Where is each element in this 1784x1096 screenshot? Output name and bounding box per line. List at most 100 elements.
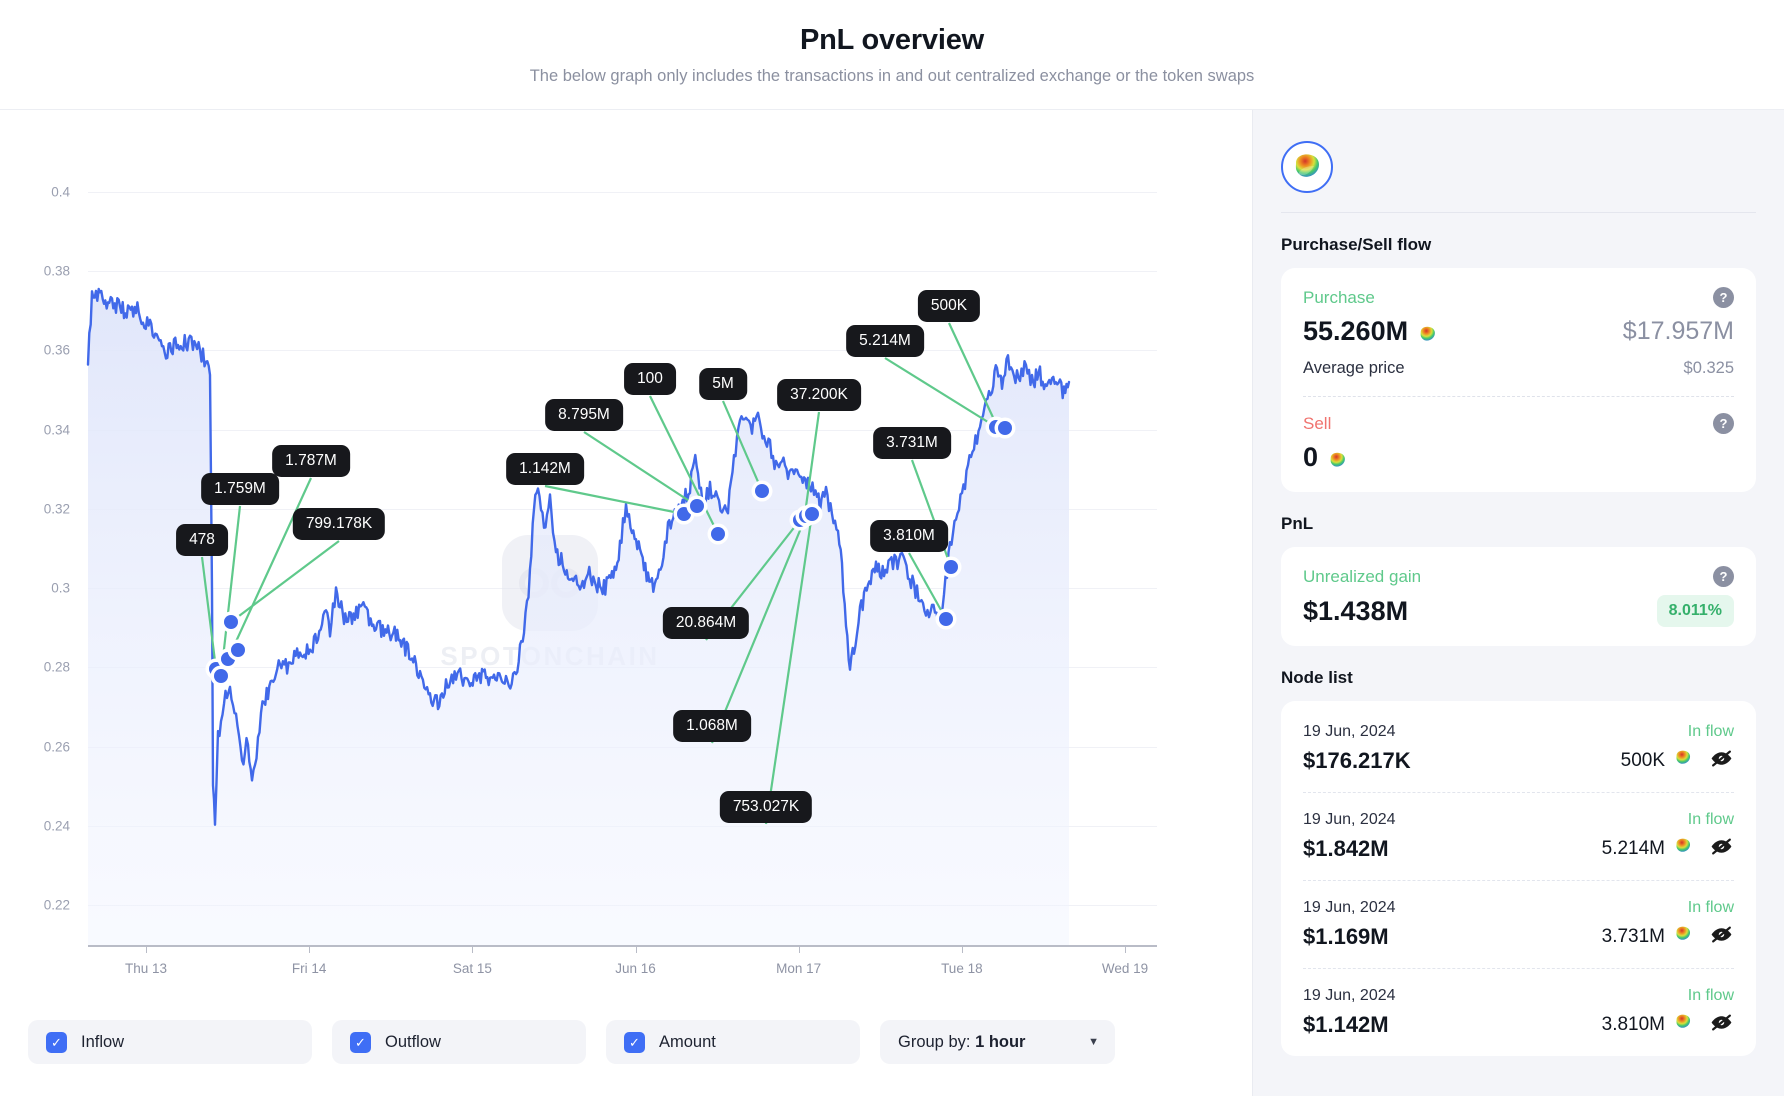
x-tick-label: Sat 15 [453,961,492,976]
marker-dot[interactable] [998,421,1012,435]
x-tick-label: Tue 18 [941,961,983,976]
purchase-values: 55.260M $17.957M [1303,316,1734,347]
eye-off-icon[interactable] [1709,1010,1734,1040]
outflow-checkbox[interactable]: ✓ [350,1032,371,1053]
eye-off-icon[interactable] [1709,922,1734,952]
annotation-label[interactable]: 1.142M [506,453,584,485]
node-bottom: $1.169M 3.731M [1303,922,1734,952]
node-bottom: $176.217K 500K [1303,746,1734,776]
inflow-checkbox[interactable]: ✓ [46,1032,67,1053]
marker-dot[interactable] [944,560,958,574]
toggle-inflow[interactable]: ✓ Inflow [28,1020,312,1064]
token-icon [1673,1012,1693,1038]
eye-off-icon[interactable] [1709,834,1734,864]
annotation-label[interactable]: 500K [918,290,980,322]
annotation-leader-line [545,486,684,514]
annotation-label[interactable]: 5.214M [846,325,924,357]
x-tick-mark [799,945,800,953]
annotation-label[interactable]: 478 [176,524,228,556]
node-token-amount: 5.214M [1602,836,1693,862]
token-logo-wrap [1281,132,1756,202]
node-list-item[interactable]: 19 Jun, 2024 In flow $1.142M 3.810M [1303,968,1734,1056]
node-right: 5.214M [1602,834,1734,864]
annotation-label[interactable]: 799.178K [293,508,385,540]
marker-dot[interactable] [711,527,725,541]
annotation-label[interactable]: 1.759M [201,473,279,505]
pnl-values: $1.438M 8.011% [1303,595,1734,627]
group-by-value: 1 hour [975,1033,1025,1051]
annotation-label[interactable]: 8.795M [545,399,623,431]
marker-dot[interactable] [939,612,953,626]
toggle-amount[interactable]: ✓ Amount [606,1020,860,1064]
annotation-label[interactable]: 20.864M [663,607,749,639]
node-list-item[interactable]: 19 Jun, 2024 In flow $1.169M 3.731M [1303,880,1734,968]
node-list-item[interactable]: 19 Jun, 2024 In flow $1.842M 5.214M [1303,792,1734,880]
node-right: 3.731M [1602,922,1734,952]
node-list-item[interactable]: 19 Jun, 2024 In flow $176.217K 500K [1303,705,1734,792]
node-token-amount: 3.810M [1602,1012,1693,1038]
purchase-sell-card: Purchase ? 55.260M $17.957M [1281,268,1756,492]
average-price-row: Average price $0.325 [1303,359,1734,378]
pnl-help-icon[interactable]: ? [1713,566,1734,587]
node-top: 19 Jun, 2024 In flow [1303,723,1734,741]
purchase-header: Purchase ? [1303,287,1734,308]
annotation-label[interactable]: 3.731M [873,427,951,459]
page-header: PnL overview The below graph only includ… [0,0,1784,110]
node-usd-value: $1.169M [1303,924,1389,950]
marker-dot[interactable] [755,484,769,498]
marker-dot[interactable] [805,507,819,521]
annotation-leader-line [949,323,997,426]
token-icon [1673,924,1693,950]
annotation-label[interactable]: 1.787M [272,445,350,477]
annotation-label[interactable]: 37.200K [777,379,861,411]
check-icon: ✓ [51,1036,62,1049]
marker-dot[interactable] [231,643,245,657]
sell-help-icon[interactable]: ? [1713,413,1734,434]
x-tick-mark [962,945,963,953]
token-logo-icon[interactable] [1281,141,1333,193]
marker-dot[interactable] [690,499,704,513]
node-flow-label: In flow [1688,899,1734,917]
group-by-dropdown[interactable]: Group by: 1 hour ▼ [880,1020,1115,1064]
node-usd-value: $1.842M [1303,836,1389,862]
node-usd-value: $176.217K [1303,748,1411,774]
pnl-percent-badge: 8.011% [1657,595,1734,627]
annotation-label[interactable]: 100 [624,363,676,395]
annotation-leader-line [228,478,311,659]
purchase-label: Purchase [1303,288,1375,308]
annotation-label[interactable]: 753.027K [720,791,812,823]
eye-off-icon[interactable] [1709,746,1734,776]
x-tick-label: Fri 14 [292,961,327,976]
annotation-label[interactable]: 3.810M [870,520,948,552]
x-axis-line [88,945,1157,947]
sell-values: 0 [1303,442,1734,473]
amount-checkbox[interactable]: ✓ [624,1032,645,1053]
node-token-amount: 500K [1621,748,1693,774]
inflow-label: Inflow [81,1033,124,1052]
annotation-leader-line [584,432,697,506]
marker-dot[interactable] [214,669,228,683]
pnl-overview-page: PnL overview The below graph only includ… [0,0,1784,1096]
check-icon: ✓ [629,1036,640,1049]
pnl-card: Unrealized gain ? $1.438M 8.011% [1281,547,1756,646]
marker-dot[interactable] [224,615,238,629]
x-tick-label: Thu 13 [125,961,167,976]
purchase-sell-section-title: Purchase/Sell flow [1281,235,1756,255]
annotation-label[interactable]: 1.068M [673,710,751,742]
outflow-label: Outflow [385,1033,441,1052]
annotation-leader-line [231,541,339,622]
node-flow-label: In flow [1688,723,1734,741]
node-list: 19 Jun, 2024 In flow $176.217K 500K 19 J… [1281,701,1756,1056]
unrealized-gain-value: $1.438M [1303,596,1408,627]
toggle-outflow[interactable]: ✓ Outflow [332,1020,586,1064]
chart-pane: 0.40.380.360.340.320.30.280.260.240.22 S… [0,110,1253,1096]
sell-amount-wrap: 0 [1303,442,1348,473]
average-price-label: Average price [1303,359,1405,378]
chevron-down-icon[interactable]: ▼ [1088,1036,1099,1048]
node-bottom: $1.842M 5.214M [1303,834,1734,864]
x-tick-mark [636,945,637,953]
purchase-help-icon[interactable]: ? [1713,287,1734,308]
price-chart [0,110,1253,1010]
annotation-label[interactable]: 5M [699,368,747,400]
sell-amount: 0 [1303,442,1318,473]
